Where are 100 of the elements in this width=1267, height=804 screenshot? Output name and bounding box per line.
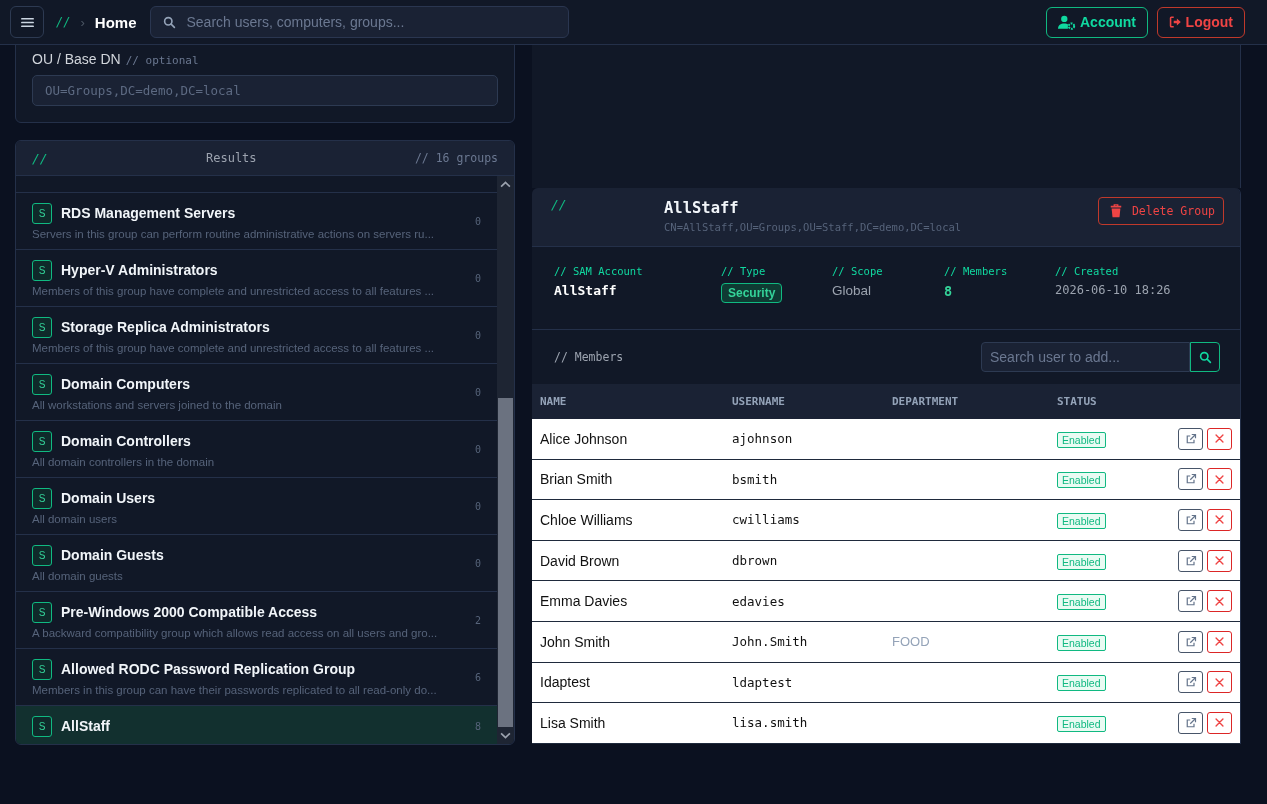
search-icon <box>163 15 177 29</box>
group-name: Domain Guests <box>61 547 164 563</box>
table-cell-text: FOOD <box>892 634 931 650</box>
open-user-button[interactable] <box>1178 549 1203 572</box>
info-value: 8 <box>944 283 953 299</box>
external-link-icon <box>1184 635 1197 648</box>
external-link-icon <box>1184 473 1197 486</box>
trash-icon <box>1108 204 1123 218</box>
group-name: Domain Controllers <box>61 433 191 449</box>
remove-member-button[interactable] <box>1207 671 1232 694</box>
section-prefix: // <box>551 197 568 214</box>
info-value: 2026-06-10 18:26 <box>1055 283 1171 297</box>
group-name: Hyper-V Administrators <box>61 262 218 278</box>
group-type-badge: S <box>32 715 52 737</box>
user-gear-icon <box>1058 14 1076 30</box>
remove-member-button[interactable] <box>1207 427 1232 450</box>
group-row[interactable]: S Domain Guests All domain guests 0 <box>16 535 497 592</box>
close-icon <box>1214 555 1225 567</box>
remove-member-button[interactable] <box>1207 630 1232 653</box>
group-type-badge: S <box>32 316 52 338</box>
group-row[interactable]: S Hyper-V Administrators Members of this group have complete and unrestricted access to all features ... 0 <box>16 250 497 307</box>
search-button[interactable] <box>1190 342 1220 372</box>
members-title: // Members <box>554 350 624 364</box>
open-user-button[interactable] <box>1178 590 1203 613</box>
delete-group-button[interactable]: Delete Group <box>1097 197 1224 225</box>
close-icon <box>1214 595 1225 607</box>
group-row[interactable]: S RDS Management Servers Servers in this group can perform routine administrative actions on servers ru... 0 <box>16 193 497 250</box>
group-name: Storage Replica Administrators <box>61 319 270 335</box>
group-description: All workstations and servers joined to the domain <box>32 398 283 411</box>
open-user-button[interactable] <box>1178 711 1203 734</box>
group-type-badge: S <box>32 259 52 281</box>
group-type-badge: S <box>32 601 52 623</box>
external-link-icon <box>1184 676 1197 689</box>
remove-member-button[interactable] <box>1207 590 1232 613</box>
remove-member-button[interactable] <box>1207 468 1232 491</box>
column-header: STATUS <box>1057 395 1098 408</box>
group-description: Members in this group can have their passwords replicated to all read-only do... <box>32 683 438 696</box>
status-badge: Enabled <box>1057 431 1106 448</box>
table-cell-text: Brian Smith <box>540 471 614 488</box>
close-icon <box>1214 717 1225 729</box>
external-link-icon <box>1184 554 1197 567</box>
search-field[interactable]: Search users, computers, groups... <box>150 6 570 38</box>
group-type-badge: S <box>32 544 52 566</box>
table-cell-text: John Smith <box>540 633 612 650</box>
status-badge: Enabled <box>1057 594 1106 611</box>
group-row[interactable]: S Domain Computers All workstations and servers joined to the domain 0 <box>16 364 497 421</box>
breadcrumb-prefix: // <box>56 15 71 29</box>
info-label: // SAM Account <box>554 265 643 277</box>
group-row[interactable]: S Domain Controllers All domain controllers in the domain 0 <box>16 421 497 478</box>
open-user-button[interactable] <box>1178 427 1203 450</box>
close-icon <box>1214 636 1225 648</box>
ou-field[interactable]: OU=Groups,DC=demo,DC=local <box>32 75 498 106</box>
group-row[interactable]: S Pre-Windows 2000 Compatible Access A backward compatibility group which allows read access on all users and gro... 2 <box>16 592 497 649</box>
remove-member-button[interactable] <box>1207 509 1232 531</box>
column-header: DEPARTMENT <box>892 395 960 408</box>
search-icon <box>1198 350 1212 364</box>
external-link-icon <box>1184 514 1197 526</box>
table-cell-text: Idaptest <box>540 674 591 691</box>
remove-member-button[interactable] <box>1207 549 1232 572</box>
logout-button[interactable]: Logout <box>1157 6 1245 38</box>
group-description: Servers in this group can perform routine administrative actions on servers ru... <box>32 227 436 240</box>
external-link-icon <box>1184 595 1197 608</box>
group-description: All domain controllers in the domain <box>32 455 216 468</box>
member-count: 2 <box>473 614 481 626</box>
external-link-icon <box>1184 432 1197 445</box>
table-cell-text: lisa.smith <box>732 715 809 731</box>
group-name: Pre-Windows 2000 Compatible Access <box>61 604 318 620</box>
group-name: Domain Computers <box>61 376 191 392</box>
results-count: // 16 groups <box>414 151 498 165</box>
group-type-badge: S <box>32 202 52 224</box>
open-user-button[interactable] <box>1178 671 1203 694</box>
remove-member-button[interactable] <box>1207 711 1232 734</box>
info-label: // Scope <box>832 265 883 277</box>
close-icon <box>1214 473 1225 485</box>
close-icon <box>1214 676 1225 688</box>
group-description: All domain guests <box>32 569 124 582</box>
breadcrumb-current: Home <box>94 13 137 31</box>
group-row[interactable]: S Storage Replica Administrators Members of this group have complete and unrestricted access to all features ... 0 <box>16 307 497 364</box>
group-name: Allowed RODC Password Replication Group <box>61 661 356 677</box>
open-user-button[interactable] <box>1178 509 1203 531</box>
info-label: // Type <box>721 265 766 277</box>
status-badge: Enabled <box>1057 472 1106 489</box>
menu-button[interactable] <box>10 6 44 38</box>
table-cell-text: ldaptest <box>732 674 794 690</box>
table-cell-text: dbrown <box>732 553 779 569</box>
open-user-button[interactable] <box>1178 468 1203 491</box>
scroll-thumb[interactable] <box>498 398 513 727</box>
group-type-badge: S <box>32 487 52 509</box>
group-row[interactable]: S AllStaff 8 <box>16 706 497 744</box>
account-button[interactable]: Account <box>1046 6 1148 38</box>
search-input[interactable]: Search users, computers, groups... <box>184 13 557 31</box>
member-count: 0 <box>473 443 481 455</box>
scrollbar[interactable] <box>497 176 514 744</box>
open-user-button[interactable] <box>1178 630 1203 653</box>
group-description: Members of this group have complete and unrestricted access to all features ... <box>32 284 436 297</box>
type-badge: Security <box>721 283 783 303</box>
member-count: 0 <box>473 215 481 227</box>
user-search-field[interactable]: Search user to add... <box>981 342 1190 372</box>
group-name: Domain Users <box>61 490 156 506</box>
group-row[interactable]: S Domain Users All domain users 0 <box>16 478 497 535</box>
